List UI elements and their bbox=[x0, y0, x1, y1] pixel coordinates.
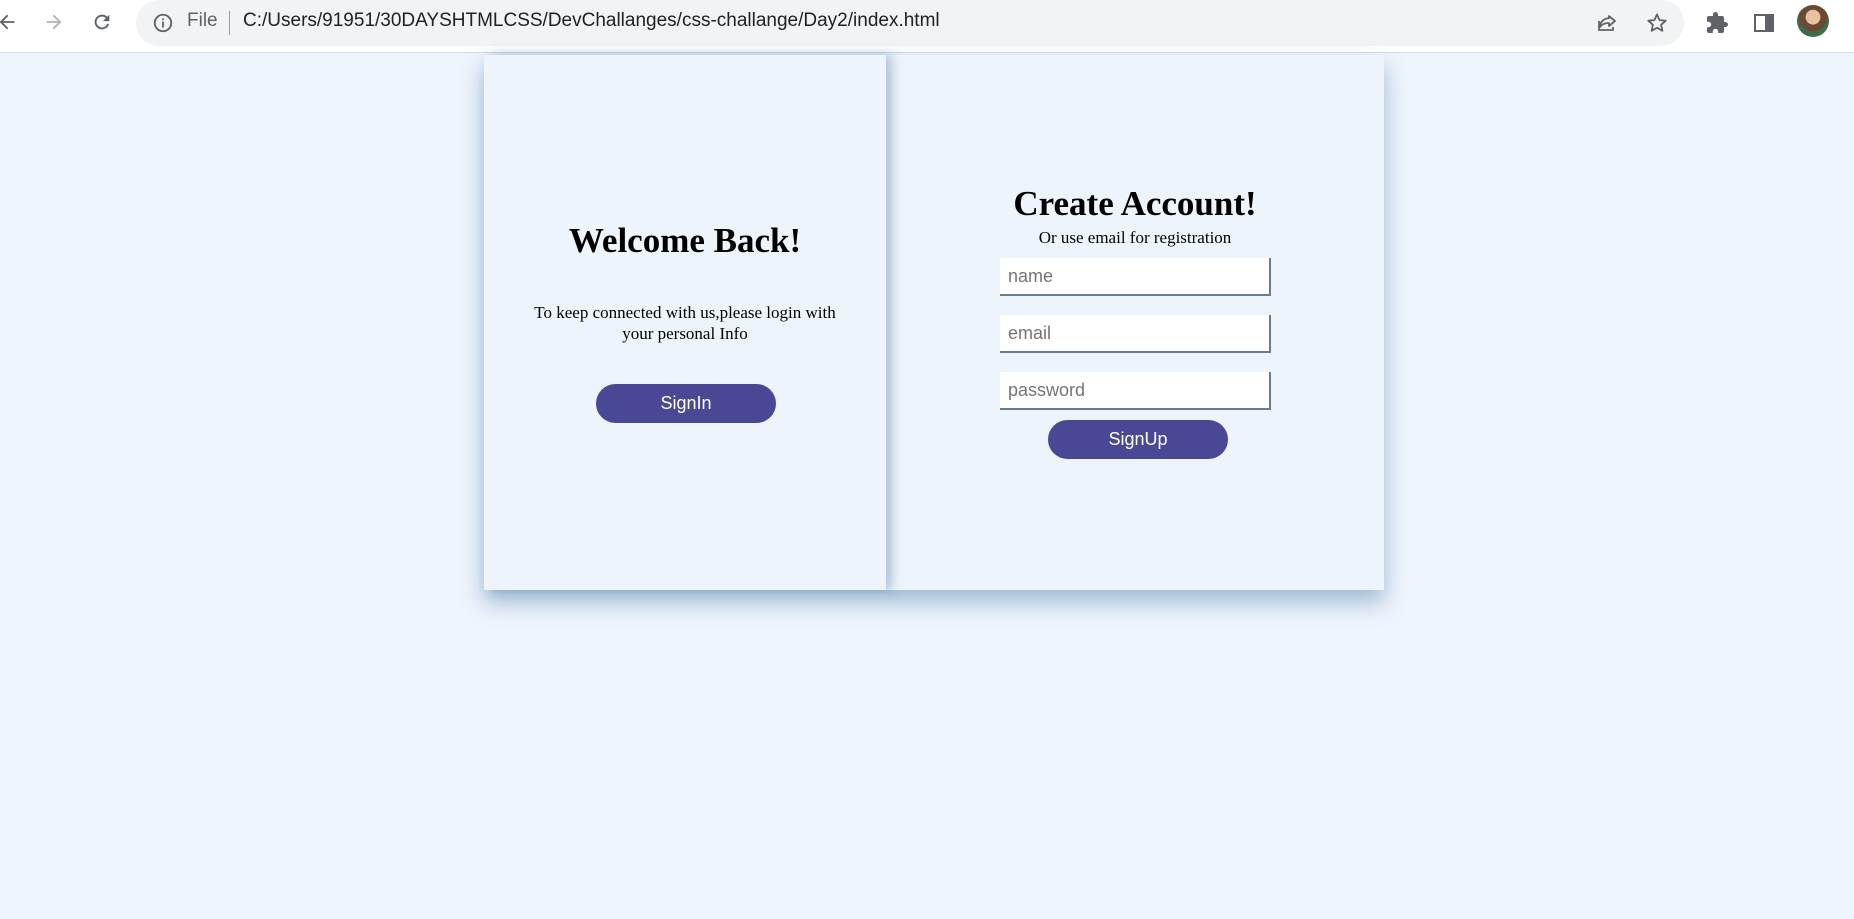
extensions-icon[interactable] bbox=[1704, 10, 1730, 36]
avatar[interactable] bbox=[1797, 5, 1829, 37]
share-icon[interactable] bbox=[1595, 11, 1619, 35]
info-icon[interactable] bbox=[152, 12, 174, 34]
create-account-title: Create Account! bbox=[1013, 184, 1257, 223]
divider bbox=[229, 11, 230, 35]
email-input[interactable] bbox=[1000, 315, 1271, 353]
auth-card: Welcome Back! To keep connected with us,… bbox=[484, 55, 1384, 590]
signup-button[interactable]: SignUp bbox=[1048, 420, 1228, 459]
forward-arrow-icon[interactable] bbox=[41, 9, 67, 35]
browser-toolbar: File C:/Users/91951/30DAYSHTMLCSS/DevCha… bbox=[0, 0, 1854, 53]
password-input[interactable] bbox=[1000, 372, 1271, 410]
signup-panel: Create Account! Or use email for registr… bbox=[886, 55, 1384, 590]
back-arrow-icon[interactable] bbox=[0, 9, 20, 35]
signin-button[interactable]: SignIn bbox=[596, 384, 776, 423]
url-text[interactable]: C:/Users/91951/30DAYSHTMLCSS/DevChallang… bbox=[243, 10, 940, 32]
registration-subtitle: Or use email for registration bbox=[1038, 228, 1232, 247]
star-icon[interactable] bbox=[1645, 11, 1669, 35]
signin-panel: Welcome Back! To keep connected with us,… bbox=[484, 55, 886, 590]
side-panel-icon[interactable] bbox=[1751, 10, 1777, 36]
welcome-title: Welcome Back! bbox=[568, 221, 802, 260]
file-label: File bbox=[187, 10, 218, 31]
welcome-text: To keep connected with us,please login w… bbox=[534, 303, 836, 343]
name-input[interactable] bbox=[1000, 258, 1271, 296]
address-bar[interactable]: File C:/Users/91951/30DAYSHTMLCSS/DevCha… bbox=[136, 0, 1684, 46]
reload-icon[interactable] bbox=[89, 9, 115, 35]
